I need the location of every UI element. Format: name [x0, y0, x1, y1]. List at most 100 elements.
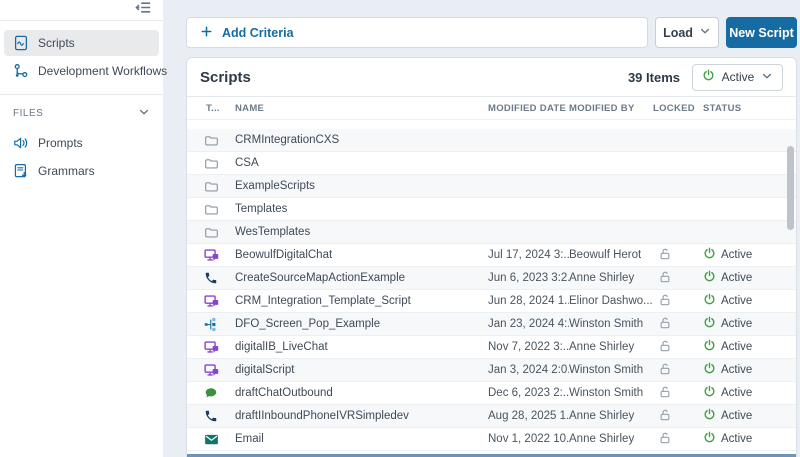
- table-row[interactable]: ExampleScripts: [187, 175, 796, 198]
- status-badge: Active: [703, 408, 778, 424]
- script-name: draftChatOutbound: [235, 387, 488, 399]
- sidebar-item-scripts[interactable]: Scripts: [4, 30, 159, 56]
- sidebar-item-prompts[interactable]: Prompts: [4, 130, 159, 156]
- column-header-status[interactable]: STATUS: [703, 103, 778, 114]
- row-menu-button[interactable]: [780, 390, 788, 396]
- modified-date: Jan 3, 2024 2:0...: [488, 364, 569, 376]
- status-label: Active: [721, 410, 752, 422]
- column-header-modified-date[interactable]: MODIFIED DATE: [488, 103, 569, 114]
- power-icon: [703, 316, 716, 332]
- column-header-modified-by[interactable]: MODIFIED BY: [569, 103, 653, 114]
- add-criteria-button[interactable]: Add Criteria: [186, 17, 648, 48]
- unlocked-icon: [658, 293, 672, 310]
- modified-date: Nov 7, 2022 3:...: [488, 341, 569, 353]
- script-name: digitalIB_LiveChat: [235, 341, 488, 353]
- unlocked-icon: [658, 385, 672, 402]
- modified-date: Jun 28, 2024 1...: [488, 295, 569, 307]
- digital-chat-icon: [204, 248, 219, 263]
- table-row[interactable]: BeowulfDigitalChat Jul 17, 2024 3:... Be…: [187, 244, 796, 267]
- files-section-label: FILES: [13, 108, 43, 119]
- folder-icon: [204, 225, 219, 240]
- row-menu-button[interactable]: [780, 436, 788, 442]
- plus-icon: [200, 25, 213, 41]
- modified-by: Winston Smith: [569, 387, 653, 399]
- row-menu-button[interactable]: [780, 252, 788, 258]
- screen-pop-icon: [204, 317, 219, 332]
- new-script-label: New Script: [729, 26, 794, 40]
- table-row[interactable]: digitalIB_LiveChat Nov 7, 2022 3:... Ann…: [187, 336, 796, 359]
- column-header-name[interactable]: NAME: [235, 103, 488, 114]
- script-name: Templates: [235, 203, 488, 215]
- sidebar-item-grammars[interactable]: Grammars: [4, 158, 159, 184]
- table-row[interactable]: draftChatOutbound Dec 6, 2023 2:... Wins…: [187, 382, 796, 405]
- row-menu-button[interactable]: [780, 321, 788, 327]
- status-badge: Active: [703, 385, 778, 401]
- table-row[interactable]: CSA: [187, 152, 796, 175]
- table-row[interactable]: Templates: [187, 198, 796, 221]
- script-name: WesTemplates: [235, 226, 488, 238]
- digital-chat-icon: [204, 294, 219, 309]
- script-name: BeowulfDigitalChat: [235, 249, 488, 261]
- sidebar-section-files[interactable]: FILES: [0, 99, 163, 126]
- status-filter-dropdown[interactable]: Active: [692, 64, 783, 91]
- modified-date: Dec 6, 2023 2:...: [488, 387, 569, 399]
- collapse-sidebar-button[interactable]: [134, 1, 152, 19]
- table-row[interactable]: draftIInboundPhoneIVRSimpledev Aug 28, 2…: [187, 405, 796, 428]
- chevron-down-icon[interactable]: [138, 106, 150, 121]
- status-badge: Active: [703, 270, 778, 286]
- table-row[interactable]: digitalScript Jan 3, 2024 2:0... Winston…: [187, 359, 796, 382]
- row-menu-button[interactable]: [780, 413, 788, 419]
- script-name: digitalScript: [235, 364, 488, 376]
- table-row[interactable]: CRMIntegrationCXS: [187, 129, 796, 152]
- modified-date: Jan 23, 2024 4:...: [488, 318, 569, 330]
- modified-date: Nov 1, 2022 10...: [488, 433, 569, 445]
- load-button[interactable]: Load: [655, 17, 719, 48]
- script-name: ExampleScripts: [235, 180, 488, 192]
- chevron-down-icon: [699, 25, 711, 40]
- column-header-locked[interactable]: LOCKED: [653, 103, 703, 114]
- load-button-label: Load: [663, 26, 693, 40]
- status-label: Active: [721, 364, 752, 376]
- power-icon: [703, 339, 716, 355]
- modified-by: Winston Smith: [569, 318, 653, 330]
- status-badge: Active: [703, 339, 778, 355]
- status-badge: Active: [703, 247, 778, 263]
- table-row[interactable]: CRM_Integration_Template_Script Jun 28, …: [187, 290, 796, 313]
- row-menu-button[interactable]: [780, 367, 788, 373]
- power-icon: [703, 385, 716, 401]
- status-filter-value: Active: [715, 70, 761, 84]
- status-badge: Active: [703, 431, 778, 447]
- column-header-type[interactable]: T...: [187, 103, 235, 114]
- status-badge: Active: [703, 293, 778, 309]
- modified-by: Anne Shirley: [569, 272, 653, 284]
- row-menu-button[interactable]: [780, 344, 788, 350]
- table-row[interactable]: DFO_Screen_Pop_Example Jan 23, 2024 4:..…: [187, 313, 796, 336]
- script-name: CSA: [235, 157, 488, 169]
- table-row[interactable]: CreateSourceMapActionExample Jun 6, 2023…: [187, 267, 796, 290]
- power-icon: [703, 362, 716, 378]
- sidebar-item-development-workflows[interactable]: Development Workflows: [4, 58, 159, 84]
- row-menu-button[interactable]: [780, 298, 788, 304]
- unlocked-icon: [658, 362, 672, 379]
- vertical-scrollbar-thumb[interactable]: [787, 146, 794, 230]
- sidebar-divider: [0, 94, 163, 95]
- unlocked-icon: [658, 431, 672, 448]
- scripts-icon: [13, 35, 29, 51]
- table-row[interactable]: WesTemplates: [187, 221, 796, 244]
- table-row[interactable]: Email Nov 1, 2022 10... Anne Shirley Act…: [187, 428, 796, 451]
- row-menu-button[interactable]: [780, 275, 788, 281]
- panel-header: Scripts 39 Items Active: [187, 58, 796, 96]
- digital-chat-icon: [204, 363, 219, 378]
- collapse-sidebar-icon: [134, 1, 152, 19]
- power-icon: [703, 431, 716, 447]
- modified-date: Jun 6, 2023 3:2...: [488, 272, 569, 284]
- status-badge: Active: [703, 362, 778, 378]
- chevron-down-icon: [761, 70, 773, 85]
- email-icon: [204, 432, 219, 447]
- status-label: Active: [721, 295, 752, 307]
- toolbar: Add Criteria Load New Script: [186, 17, 797, 48]
- items-count: 39 Items: [628, 70, 680, 85]
- modified-by: Anne Shirley: [569, 410, 653, 422]
- new-script-button[interactable]: New Script: [726, 17, 797, 48]
- sidebar-item-label: Scripts: [38, 36, 75, 50]
